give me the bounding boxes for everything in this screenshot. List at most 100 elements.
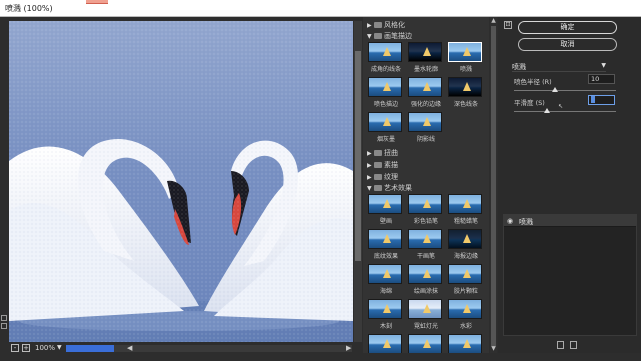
sailboat-icon [463,199,471,208]
folder-stylize[interactable]: ▶ 风格化 [367,20,405,30]
effect-layer-row[interactable]: ◉ 喷溅 [504,215,636,227]
gallery-scrollbar[interactable]: ▲ ▼ [490,17,497,353]
sailboat-icon [423,269,431,278]
ok-button[interactable]: 确定 [518,21,617,34]
filter-thumbnail-label: 喷色描边 [373,101,398,108]
filter-preview-image [368,77,402,97]
filter-select[interactable]: 喷溅 ▼ [512,62,606,72]
sailboat-icon [423,47,431,56]
sailboat-icon [463,82,471,91]
folder-icon [374,22,382,28]
filter-thumbnail[interactable]: 喷色描边 [368,77,404,108]
filter-thumbnail[interactable]: 深色线条 [448,77,484,108]
gallery-scroll-thumb[interactable] [491,26,496,346]
filter-preview-image [408,229,442,249]
sailboat-icon [423,339,431,348]
chevron-right-icon: ▶ [367,174,372,181]
filter-thumbnail[interactable] [408,334,444,353]
chevron-down-icon[interactable]: ▼ [57,344,62,351]
preview-canvas[interactable] [9,21,353,342]
sailboat-icon [463,47,471,56]
sailboat-icon [383,234,391,243]
spray-radius-slider-handle[interactable] [551,87,558,92]
filter-thumbnail[interactable]: 阴影线 [408,112,444,143]
filter-thumbnail-label: 壁画 [379,218,392,225]
folder-artistic[interactable]: ▼ 艺术效果 [367,183,412,193]
scroll-left-icon[interactable]: ◀ [127,344,132,352]
filter-thumbnail[interactable]: 墨水轮廓 [408,42,444,73]
folder-distort[interactable]: ▶ 扭曲 [367,148,398,158]
filter-thumbnail-label: 烟灰墨 [376,136,395,143]
sailboat-icon [423,199,431,208]
sailboat-icon [383,47,391,56]
filter-thumbnail[interactable]: 绘画涂抹 [408,264,444,295]
chevron-down-icon: ▼ [367,185,372,192]
eye-icon[interactable]: ◉ [507,217,513,225]
sailboat-icon [463,339,471,348]
preview-vertical-scroll-thumb[interactable] [355,51,361,261]
filter-thumbnail[interactable]: 壁画 [368,194,404,225]
smoothness-slider-handle[interactable] [543,108,550,113]
filter-thumbnail[interactable]: 彩色铅笔 [408,194,444,225]
layer-tools [553,341,583,351]
horizontal-scroll-thumb[interactable] [66,345,114,352]
sailboat-icon [383,269,391,278]
filter-thumbnail-label: 喷溅 [459,66,472,73]
spray-radius-slider[interactable] [514,90,616,91]
filter-preview-image [368,264,402,284]
smoothness-input[interactable] [588,95,615,105]
zoom-out-button[interactable]: - [11,344,19,352]
filter-thumbnail[interactable]: 粗糙蜡笔 [448,194,484,225]
zoom-level[interactable]: 100% [35,344,55,352]
collapse-gallery-icon[interactable]: ⊡ [504,21,512,29]
filter-thumbnail[interactable]: 喷溅 [448,42,484,73]
new-layer-icon[interactable] [557,341,564,349]
filter-thumbnail[interactable]: 霓虹灯光 [408,299,444,330]
filter-thumbnail[interactable]: 海报边缘 [448,229,484,260]
cancel-button[interactable]: 取消 [518,38,617,51]
filter-thumbnail[interactable] [448,334,484,353]
sailboat-icon [463,269,471,278]
folder-texture[interactable]: ▶ 纹理 [367,172,398,182]
scroll-up-icon[interactable]: ▲ [490,17,497,24]
folder-sketch[interactable]: ▶ 素描 [367,160,398,170]
sailboat-icon [383,304,391,313]
filter-thumbnail[interactable]: 水彩 [448,299,484,330]
scroll-right-icon[interactable]: ▶ [346,344,351,352]
filter-preview-image [408,112,442,132]
filter-preview-image [448,334,482,353]
filter-thumbnail[interactable]: 胶片颗粒 [448,264,484,295]
filter-thumbnail[interactable]: 底纹效果 [368,229,404,260]
filter-thumbnail[interactable]: 强化的边缘 [408,77,444,108]
folder-brush-strokes[interactable]: ▼ 画笔描边 [367,31,412,41]
sailboat-icon [383,82,391,91]
filter-thumbnail[interactable] [368,334,404,353]
filter-thumbnail[interactable]: 烟灰墨 [368,112,404,143]
effect-layers-panel: ◉ 喷溅 [503,214,637,336]
filter-preview-image [408,42,442,62]
edge-toggle-icon[interactable] [1,315,7,321]
delete-layer-icon[interactable] [570,341,577,349]
scroll-down-icon[interactable]: ▼ [490,345,497,352]
chevron-right-icon: ▶ [367,150,372,157]
filter-preview-image [448,42,482,62]
filter-gallery: ▶ 风格化 ▼ 画笔描边 成角的线条 墨水轮廓 喷溅喷色描边 强化的边缘 深色线条烟灰墨 阴影… [363,17,489,353]
filter-thumbnail[interactable]: 木刻 [368,299,404,330]
chevron-right-icon: ▶ [367,162,372,169]
filter-thumbnail-label: 底纹效果 [373,253,398,260]
filter-thumbnail[interactable]: 海绵 [368,264,404,295]
smoothness-slider[interactable] [514,111,616,112]
zoom-in-button[interactable]: + [22,344,30,352]
filter-thumbnail-label: 强化的边缘 [410,101,441,108]
filter-preview-image [408,334,442,353]
swan-image [9,21,353,342]
sailboat-icon [383,339,391,348]
filter-thumbnail[interactable]: 成角的线条 [368,42,404,73]
title-accent [86,0,108,4]
filter-thumbnail[interactable]: 干画笔 [408,229,444,260]
filter-preview-image [368,334,402,353]
preview-vertical-scrollbar[interactable] [354,21,362,342]
spray-radius-input[interactable]: 10 [588,74,615,84]
sailboat-icon [383,199,391,208]
edge-toggle-icon[interactable] [1,323,7,329]
